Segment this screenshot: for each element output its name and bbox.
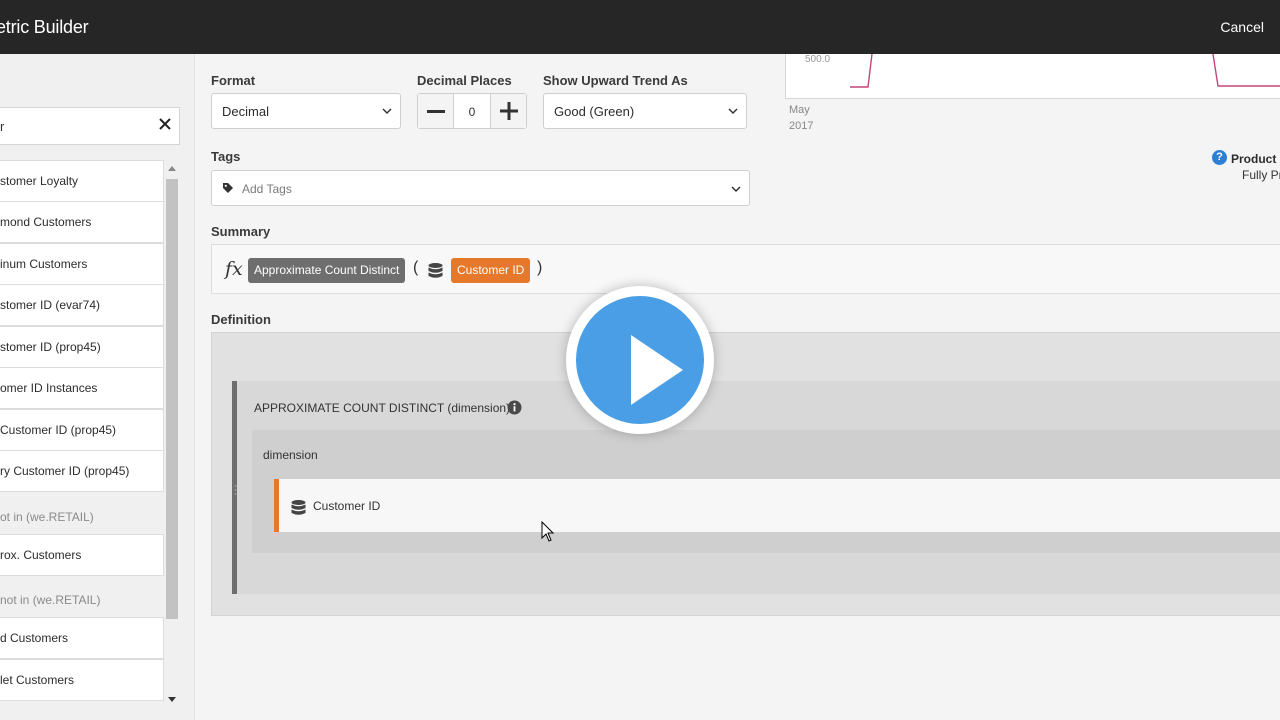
list-item[interactable]: d Customers (0, 617, 164, 659)
increment-button[interactable] (490, 94, 526, 128)
chevron-down-icon (728, 108, 738, 115)
trend-chart-preview: 500.0 (785, 54, 1280, 99)
tag-icon (223, 183, 233, 193)
play-button[interactable] (566, 286, 714, 434)
page-title: etric Builder (0, 17, 89, 37)
trend-value: Good (Green) (554, 104, 635, 119)
decimal-places-input[interactable]: 0 (454, 94, 490, 128)
decrement-button[interactable] (418, 94, 454, 128)
tags-placeholder: Add Tags (242, 182, 292, 196)
list-item[interactable]: stomer Loyalty (0, 160, 164, 202)
list-item[interactable]: rox. Customers (0, 534, 164, 576)
dimension-component[interactable] (274, 479, 1280, 532)
definition-label: Definition (211, 312, 271, 327)
summary-dimension-chip[interactable]: Customer ID (451, 258, 531, 283)
plus-icon (500, 102, 518, 120)
function-icon: fx (225, 258, 243, 280)
help-icon[interactable]: ? (1212, 150, 1227, 165)
scrollbar-thumb[interactable] (166, 179, 178, 619)
play-icon-circle (576, 296, 704, 424)
scroll-up-arrow-icon[interactable] (168, 166, 176, 171)
mouse-cursor-icon (541, 521, 555, 542)
dimension-icon (291, 500, 306, 515)
decimal-places-stepper: 0 (417, 93, 527, 129)
play-icon (631, 335, 683, 405)
chevron-down-icon (382, 108, 392, 115)
dimension-name: Customer ID (313, 499, 381, 513)
close-icon[interactable] (158, 117, 172, 131)
list-item[interactable]: ry Customer ID (prop45) (0, 450, 164, 492)
list-item[interactable]: stomer ID (prop45) (0, 326, 164, 368)
search-value: r (0, 119, 5, 134)
product-name: Product C (1231, 152, 1280, 166)
trend-label: Show Upward Trend As (543, 73, 688, 88)
minus-icon (427, 110, 445, 113)
summary-label: Summary (211, 224, 271, 239)
header-bar: etric Builder Cancel (0, 0, 1280, 54)
list-item[interactable]: let Customers (0, 659, 164, 701)
product-compatibility: ? Product C Fully Pr (1212, 150, 1280, 190)
function-title: APPROXIMATE COUNT DISTINCT (dimension) (254, 401, 511, 415)
list-item[interactable]: stomer ID (evar74) (0, 284, 164, 326)
list-item[interactable]: mond Customers (0, 201, 164, 243)
scroll-down-arrow-icon[interactable] (168, 697, 176, 702)
format-label: Format (211, 73, 256, 88)
component-search-input[interactable]: r (0, 107, 180, 145)
cancel-button[interactable]: Cancel (1220, 19, 1264, 35)
summary-function-chip[interactable]: Approximate Count Distinct (248, 258, 406, 283)
tags-input[interactable]: Add Tags (211, 170, 750, 206)
dimension-icon (428, 263, 443, 278)
product-status: Fully Pr (1242, 168, 1280, 182)
list-group-label: not in (we.RETAIL) (0, 593, 101, 607)
parameter-label: dimension (263, 448, 318, 462)
format-value: Decimal (222, 104, 269, 119)
drag-handle-icon[interactable] (234, 484, 237, 496)
list-item[interactable]: omer ID Instances (0, 367, 164, 409)
open-paren: ( (413, 259, 419, 276)
trend-select[interactable]: Good (Green) (543, 93, 747, 129)
chevron-down-icon (731, 186, 741, 193)
chart-x-label-month: May (789, 104, 810, 116)
info-icon[interactable] (507, 400, 522, 415)
tags-label: Tags (211, 149, 241, 164)
list-item[interactable]: inum Customers (0, 243, 164, 285)
chart-x-label-year: 2017 (789, 120, 814, 132)
list-group-label: ot in (we.RETAIL) (0, 510, 94, 524)
chart-series-line (850, 54, 1280, 88)
list-item[interactable]: Customer ID (prop45) (0, 409, 164, 451)
decimal-places-label: Decimal Places (417, 73, 512, 88)
close-paren: ) (537, 259, 543, 276)
format-select[interactable]: Decimal (211, 93, 401, 129)
